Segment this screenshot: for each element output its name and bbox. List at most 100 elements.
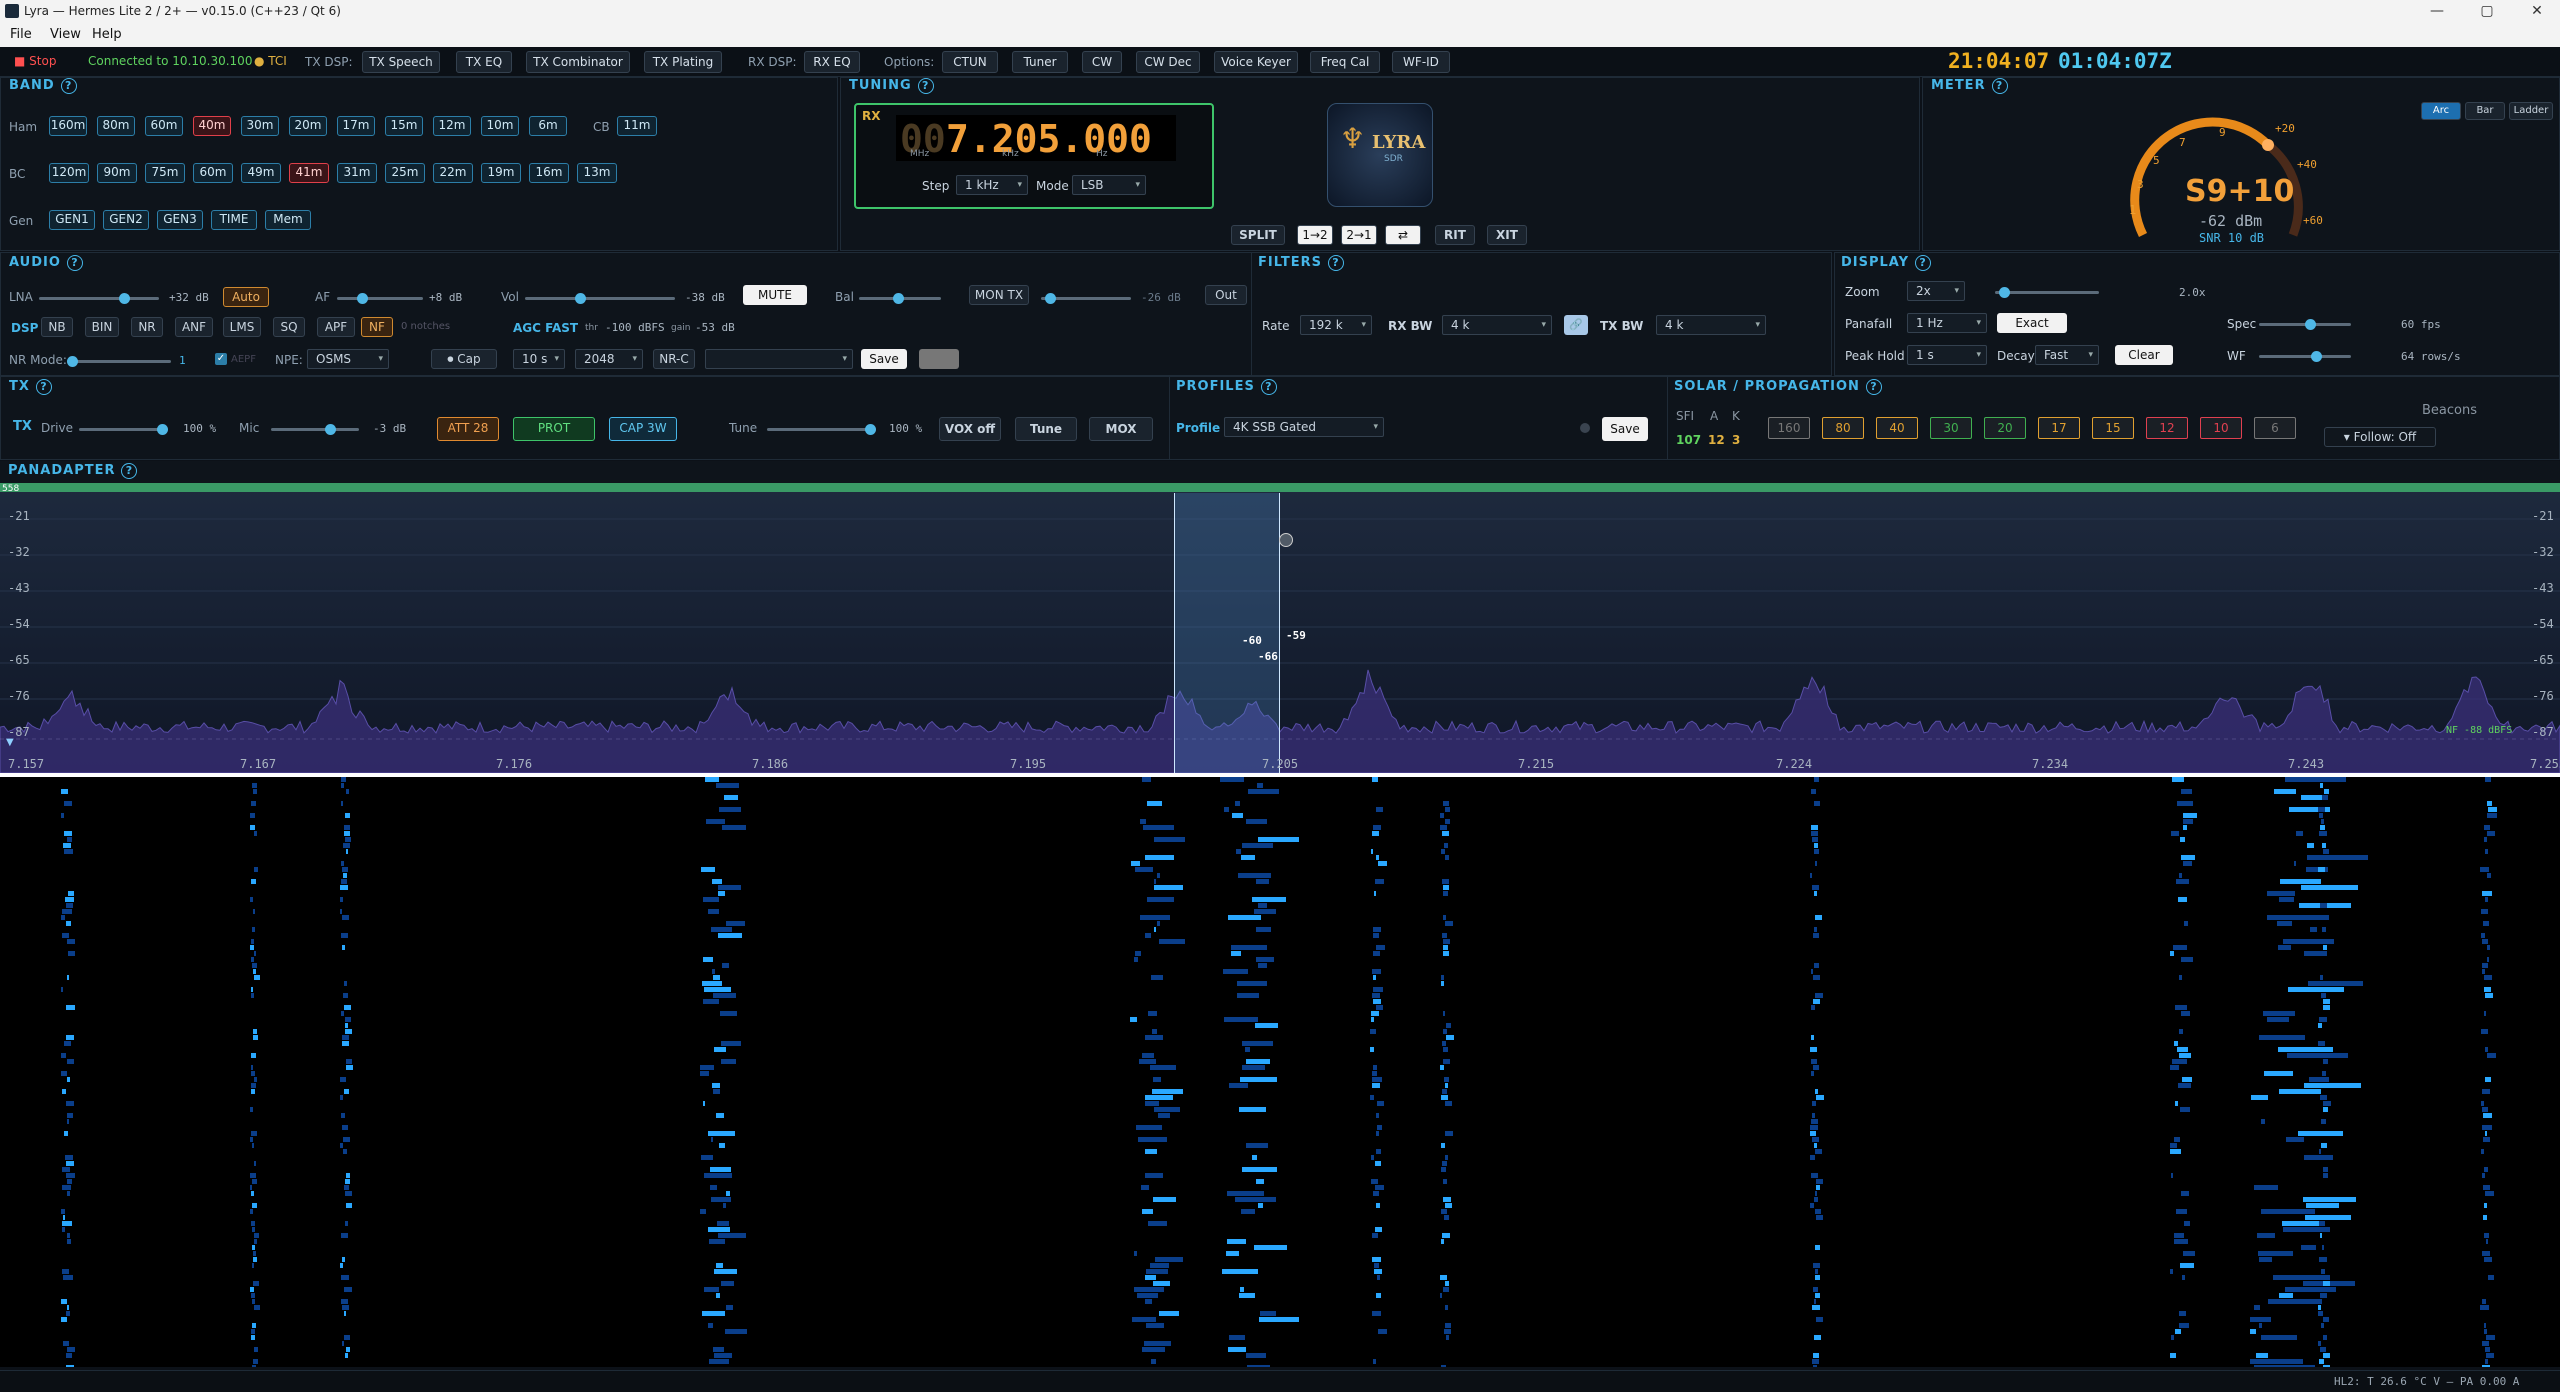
stop-button[interactable]: ■ Stop bbox=[14, 54, 56, 68]
panadapter-display[interactable]: 558 -60 -66 -59 NF -88 dBFS ▼ -21 -21 -32-… bbox=[0, 483, 2560, 773]
tx-bw-select[interactable]: 4 k bbox=[1656, 315, 1766, 335]
tune-button[interactable]: Tune bbox=[1015, 417, 1077, 441]
drive-slider[interactable] bbox=[79, 424, 168, 435]
audio-extra-button[interactable] bbox=[919, 349, 959, 369]
meter-ladder-mode[interactable]: Ladder bbox=[2509, 102, 2553, 120]
tx-plating-button[interactable]: TX Plating bbox=[644, 51, 722, 73]
lna-auto-button[interactable]: Auto bbox=[223, 287, 269, 307]
xit-button[interactable]: XIT bbox=[1487, 225, 1527, 245]
vox-button[interactable]: VOX off bbox=[939, 417, 1001, 441]
menu-file[interactable]: File bbox=[10, 27, 32, 42]
tx-combinator-button[interactable]: TX Combinator bbox=[526, 51, 630, 73]
bc-button-25m[interactable]: 25m bbox=[385, 163, 425, 183]
profile-save-button[interactable]: Save bbox=[1602, 417, 1648, 441]
tuning-help-icon[interactable]: ? bbox=[917, 78, 934, 94]
band-button-17m[interactable]: 17m bbox=[337, 116, 375, 136]
att-button[interactable]: ATT 28 bbox=[437, 417, 499, 441]
lms-button[interactable]: LMS bbox=[223, 317, 261, 337]
capture-time-select[interactable]: 10 s bbox=[513, 349, 565, 369]
waterfall-display[interactable] bbox=[0, 777, 2560, 1370]
vfo-a-to-b-button[interactable]: 1→2 bbox=[1297, 225, 1333, 245]
follow-toggle[interactable]: ▾ Follow: Off bbox=[2324, 427, 2436, 447]
audio-save-button[interactable]: Save bbox=[861, 349, 907, 369]
mode-select[interactable]: LSB bbox=[1072, 175, 1146, 195]
prot-button[interactable]: PROT bbox=[513, 417, 595, 441]
tx-help-icon[interactable]: ? bbox=[35, 379, 52, 395]
rx-bw-select[interactable]: 4 k bbox=[1442, 315, 1552, 335]
nr-mode-slider[interactable] bbox=[67, 356, 171, 367]
tci-status[interactable]: ● TCI bbox=[254, 54, 287, 68]
meter-help-icon[interactable]: ? bbox=[1991, 78, 2008, 94]
clear-button[interactable]: Clear bbox=[2115, 345, 2173, 365]
split-button[interactable]: SPLIT bbox=[1231, 225, 1285, 245]
cap-button[interactable]: CAP 3W bbox=[609, 417, 677, 441]
tuner-button[interactable]: Tuner bbox=[1012, 51, 1068, 73]
profile-select[interactable]: 4K SSB Gated bbox=[1224, 417, 1384, 437]
capture-button[interactable]: ⏺ Cap bbox=[431, 349, 497, 369]
apf-button[interactable]: APF bbox=[317, 317, 355, 337]
band-button-10m[interactable]: 10m bbox=[481, 116, 519, 136]
nr-profile-select[interactable] bbox=[705, 349, 853, 369]
band-button-80m[interactable]: 80m bbox=[97, 116, 135, 136]
profiles-help-icon[interactable]: ? bbox=[1260, 379, 1277, 395]
nf-button[interactable]: NF bbox=[361, 317, 393, 337]
bc-button-49m[interactable]: 49m bbox=[241, 163, 281, 183]
meter-bar-mode[interactable]: Bar bbox=[2465, 102, 2505, 120]
bal-slider[interactable] bbox=[859, 293, 941, 304]
nb-button[interactable]: NB bbox=[41, 317, 73, 337]
band-button-6m[interactable]: 6m bbox=[529, 116, 567, 136]
filters-help-icon[interactable]: ? bbox=[1327, 255, 1344, 271]
nrc-button[interactable]: NR-C bbox=[653, 349, 695, 369]
bc-button-75m[interactable]: 75m bbox=[145, 163, 185, 183]
band-button-40m[interactable]: 40m bbox=[193, 116, 231, 136]
minimize-button[interactable]: — bbox=[2414, 0, 2460, 23]
band-button-20m[interactable]: 20m bbox=[289, 116, 327, 136]
band-button-160m[interactable]: 160m bbox=[49, 116, 87, 136]
mute-button[interactable]: MUTE bbox=[743, 285, 807, 305]
bc-button-90m[interactable]: 90m bbox=[97, 163, 137, 183]
af-slider[interactable] bbox=[337, 293, 423, 304]
bc-button-60m[interactable]: 60m bbox=[193, 163, 233, 183]
bin-button[interactable]: BIN bbox=[85, 317, 119, 337]
step-select[interactable]: 1 kHz bbox=[956, 175, 1028, 195]
fft-size-select[interactable]: 2048 bbox=[575, 349, 643, 369]
display-help-icon[interactable]: ? bbox=[1915, 255, 1932, 271]
zoom-slider[interactable] bbox=[1995, 287, 2099, 298]
bc-button-13m[interactable]: 13m bbox=[577, 163, 617, 183]
mic-slider[interactable] bbox=[271, 424, 359, 435]
panafall-select[interactable]: 1 Hz bbox=[1907, 313, 1987, 333]
freq-cal-button[interactable]: Freq Cal bbox=[1310, 51, 1380, 73]
exact-button[interactable]: Exact bbox=[1997, 313, 2067, 333]
mem-button[interactable]: Mem bbox=[265, 210, 311, 230]
menu-help[interactable]: Help bbox=[92, 27, 122, 42]
tx-speech-button[interactable]: TX Speech bbox=[362, 51, 440, 73]
band-button-11m[interactable]: 11m bbox=[617, 116, 657, 136]
close-button[interactable]: ✕ bbox=[2514, 0, 2560, 23]
mon-slider[interactable] bbox=[1041, 293, 1131, 304]
bc-button-41m[interactable]: 41m bbox=[289, 163, 329, 183]
passband-handle[interactable] bbox=[1279, 533, 1293, 547]
maximize-button[interactable]: ▢ bbox=[2464, 0, 2510, 23]
gen1-button[interactable]: GEN1 bbox=[49, 210, 95, 230]
frequency-display[interactable]: 00 7.205.000 MHz kHz Hz bbox=[896, 115, 1176, 161]
rx-eq-button[interactable]: RX EQ bbox=[804, 51, 860, 73]
rate-select[interactable]: 192 k bbox=[1300, 315, 1372, 335]
aepf-checkbox[interactable]: ✓ bbox=[215, 353, 227, 365]
gen2-button[interactable]: GEN2 bbox=[103, 210, 149, 230]
decay-select[interactable]: Fast bbox=[2035, 345, 2099, 365]
time-button[interactable]: TIME bbox=[211, 210, 257, 230]
out-button[interactable]: Out bbox=[1205, 285, 1247, 305]
bc-button-31m[interactable]: 31m bbox=[337, 163, 377, 183]
wf-id-button[interactable]: WF-ID bbox=[1392, 51, 1450, 73]
band-button-30m[interactable]: 30m bbox=[241, 116, 279, 136]
band-button-15m[interactable]: 15m bbox=[385, 116, 423, 136]
vfo-swap-button[interactable]: ⇄ bbox=[1385, 225, 1421, 245]
band-button-60m[interactable]: 60m bbox=[145, 116, 183, 136]
vfo-b-to-a-button[interactable]: 2→1 bbox=[1341, 225, 1377, 245]
bc-button-22m[interactable]: 22m bbox=[433, 163, 473, 183]
bc-button-16m[interactable]: 16m bbox=[529, 163, 569, 183]
sq-button[interactable]: SQ bbox=[273, 317, 305, 337]
meter-arc-mode[interactable]: Arc bbox=[2421, 102, 2461, 120]
menu-view[interactable]: View bbox=[50, 27, 81, 42]
nr-button[interactable]: NR bbox=[131, 317, 163, 337]
